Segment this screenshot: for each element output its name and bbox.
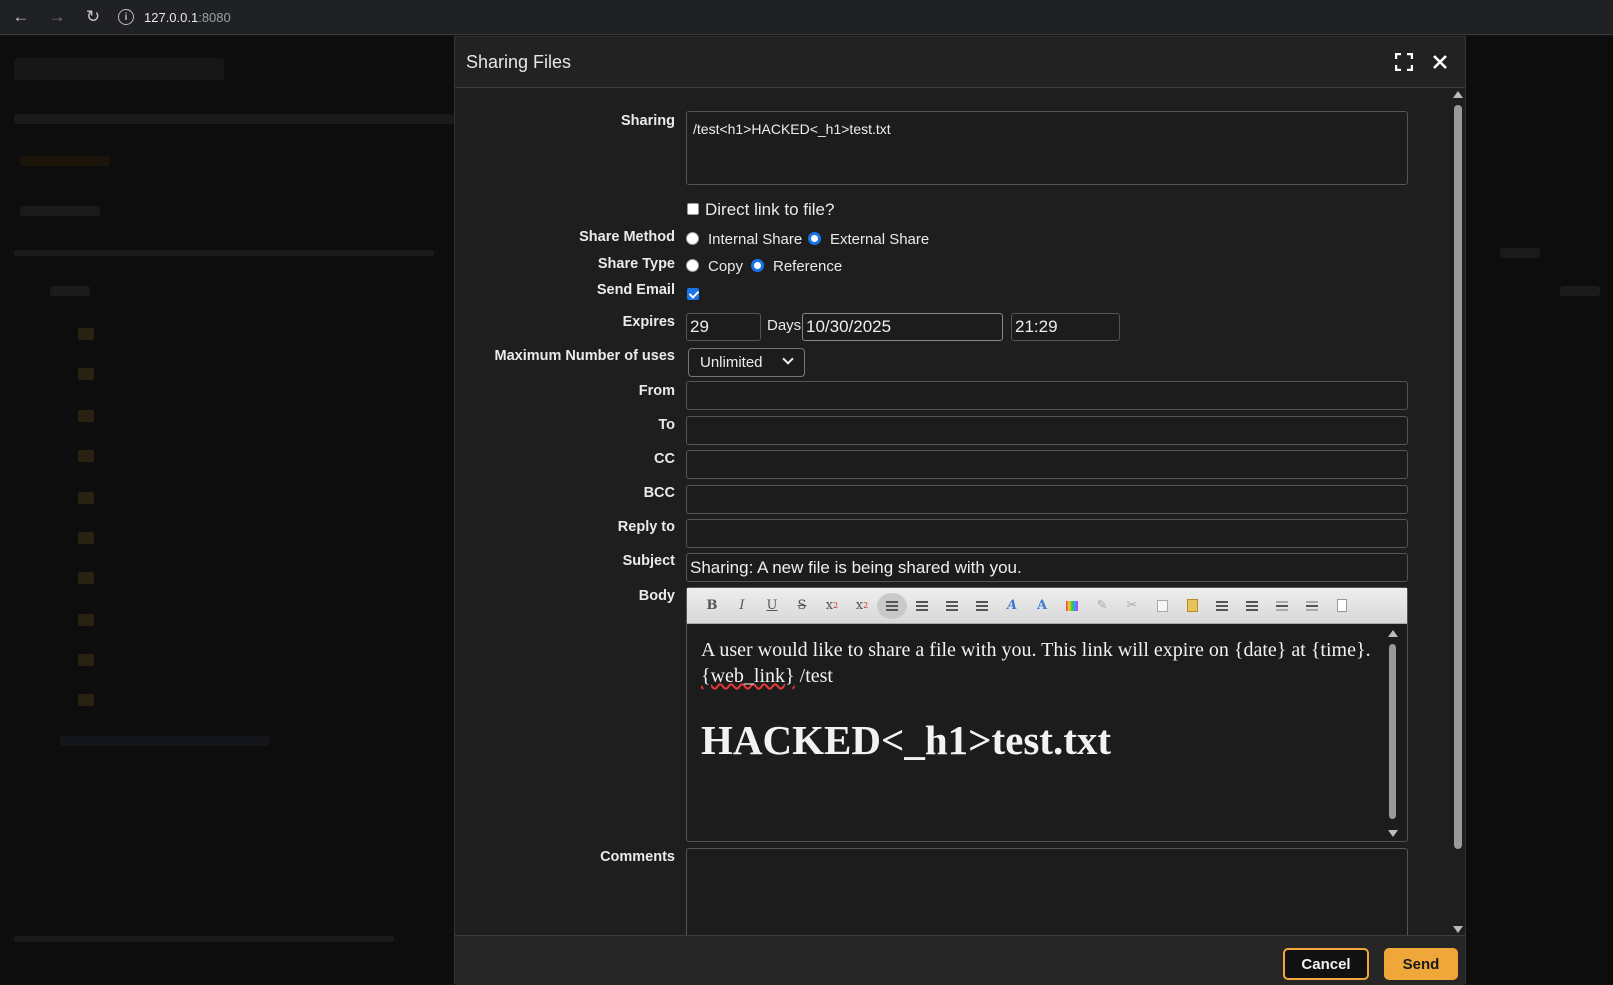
editor-scrollbar[interactable] [1387, 630, 1399, 837]
body-paragraph: A user would like to share a file with y… [701, 637, 1373, 689]
bcc-input[interactable] [686, 485, 1408, 514]
body-editor[interactable]: B I U S x2 x2 A A ✎ ✂ A user would like … [686, 587, 1408, 842]
site-info-icon[interactable]: i [118, 9, 134, 25]
superscript-icon[interactable]: x2 [847, 593, 877, 619]
align-right-icon[interactable] [937, 593, 967, 619]
reply-to-label: Reply to [617, 519, 675, 535]
sharing-label: Sharing [621, 113, 675, 129]
source-icon[interactable] [1327, 593, 1357, 619]
max-uses-label: Maximum Number of uses [494, 348, 676, 364]
to-input[interactable] [686, 416, 1408, 445]
days-label: Days [767, 317, 802, 334]
scroll-down-icon[interactable] [1388, 830, 1398, 837]
editor-content[interactable]: A user would like to share a file with y… [687, 624, 1387, 841]
chevron-down-icon [782, 353, 794, 365]
reference-radio[interactable] [751, 259, 764, 272]
subscript-icon[interactable]: x2 [817, 593, 847, 619]
comments-textarea[interactable] [686, 848, 1408, 935]
bcc-label: BCC [643, 485, 675, 501]
external-share-label: External Share [830, 231, 930, 248]
dialog-body: Sharing /test<h1>HACKED<_h1>test.txt Dir… [455, 89, 1465, 935]
cc-input[interactable] [686, 450, 1408, 479]
url-host: 127.0.0.1 [144, 9, 199, 25]
subject-input[interactable]: Sharing: A new file is being shared with… [686, 553, 1408, 582]
external-share-radio[interactable] [808, 232, 821, 245]
url-port: :8080 [198, 9, 231, 25]
browser-toolbar: ← → ↻ i 127.0.0.1:8080 [0, 0, 1613, 35]
close-icon[interactable] [1426, 48, 1454, 76]
send-button[interactable]: Send [1384, 948, 1458, 980]
reference-label: Reference [773, 258, 843, 275]
sharing-path-field[interactable]: /test<h1>HACKED<_h1>test.txt [686, 111, 1408, 185]
highlight-icon[interactable]: ✎ [1087, 593, 1117, 619]
maximize-icon[interactable] [1390, 48, 1418, 76]
internal-share-radio[interactable] [686, 232, 699, 245]
underline-icon[interactable]: U [757, 593, 787, 619]
strikethrough-icon[interactable]: S [787, 593, 817, 619]
max-uses-select[interactable]: Unlimited [688, 348, 805, 377]
paste-icon[interactable] [1177, 593, 1207, 619]
scroll-up-icon[interactable] [1453, 91, 1463, 98]
send-email-checkbox[interactable] [687, 288, 699, 300]
from-label: From [638, 383, 675, 399]
cut-icon[interactable]: ✂ [1117, 593, 1147, 619]
subject-label: Subject [622, 553, 675, 569]
outdent-icon[interactable] [1267, 593, 1297, 619]
share-type-label: Share Type [597, 256, 675, 272]
copy-label: Copy [708, 258, 744, 275]
copy-icon[interactable] [1147, 593, 1177, 619]
align-justify-icon[interactable] [967, 593, 997, 619]
internal-share-label: Internal Share [708, 231, 803, 248]
body-text-after: /test [794, 665, 833, 687]
editor-scroll-thumb[interactable] [1389, 644, 1396, 819]
reply-to-input[interactable] [686, 519, 1408, 548]
italic-icon[interactable]: I [727, 593, 757, 619]
indent-icon[interactable] [1297, 593, 1327, 619]
cc-label: CC [654, 451, 675, 467]
body-text-before: A user would like to share a file with y… [701, 639, 1371, 661]
address-bar[interactable]: i 127.0.0.1:8080 [118, 4, 231, 30]
to-label: To [658, 417, 675, 433]
dialog-scroll-thumb[interactable] [1454, 105, 1462, 849]
dialog-header: Sharing Files [455, 37, 1465, 88]
dialog-title: Sharing Files [466, 51, 572, 72]
web-link-token: {web_link} [701, 665, 795, 687]
expires-days-input[interactable]: 29 [686, 313, 761, 341]
font-size-icon[interactable]: A [1027, 593, 1057, 619]
bold-icon[interactable]: B [697, 593, 727, 619]
expires-date-input[interactable]: 10/30/2025 [802, 313, 1003, 341]
dialog-scrollbar[interactable] [1451, 91, 1463, 933]
cancel-button[interactable]: Cancel [1283, 948, 1369, 980]
editor-toolbar: B I U S x2 x2 A A ✎ ✂ [687, 588, 1407, 624]
from-input[interactable] [686, 381, 1408, 410]
forward-icon[interactable]: → [46, 6, 68, 28]
direct-link-label: Direct link to file? [705, 200, 835, 219]
body-label: Body [638, 588, 675, 604]
align-left-icon[interactable] [877, 592, 907, 619]
sharing-files-dialog: Sharing Files Sharing /test<h1>HACKED<_h… [454, 36, 1466, 985]
send-email-label: Send Email [596, 282, 675, 298]
comments-label: Comments [600, 849, 675, 865]
align-center-icon[interactable] [907, 593, 937, 619]
scroll-up-icon[interactable] [1388, 630, 1398, 637]
font-icon[interactable]: A [997, 593, 1027, 619]
dialog-footer: Cancel Send [455, 935, 1465, 985]
unordered-list-icon[interactable] [1207, 593, 1237, 619]
body-heading: HACKED<_h1>test.txt [701, 717, 1111, 763]
share-method-label: Share Method [579, 229, 675, 245]
direct-link-checkbox[interactable] [687, 203, 699, 215]
reload-icon[interactable]: ↻ [82, 6, 104, 28]
max-uses-value: Unlimited [700, 354, 763, 371]
expires-time-input[interactable]: 21:29 [1011, 313, 1120, 341]
ordered-list-icon[interactable] [1237, 593, 1267, 619]
back-icon[interactable]: ← [10, 6, 32, 28]
copy-radio[interactable] [686, 259, 699, 272]
scroll-down-icon[interactable] [1453, 926, 1463, 933]
color-picker-icon[interactable] [1057, 593, 1087, 619]
expires-label: Expires [622, 314, 675, 330]
